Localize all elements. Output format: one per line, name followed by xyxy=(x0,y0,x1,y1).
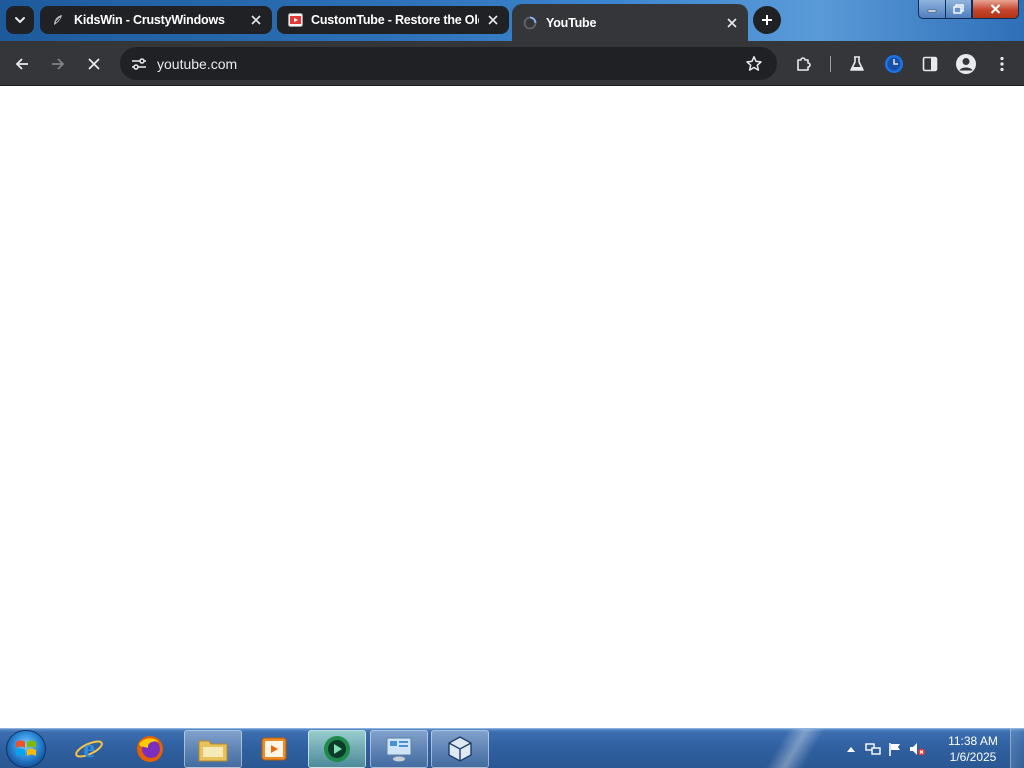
extension-power-button[interactable] xyxy=(880,50,908,78)
taskbar-glare xyxy=(760,729,830,768)
arrow-right-icon xyxy=(52,58,65,70)
arrow-left-icon xyxy=(15,58,28,70)
start-button[interactable] xyxy=(6,730,46,768)
labs-button[interactable] xyxy=(843,50,871,78)
tab-customtube[interactable]: CustomTube - Restore the Old xyxy=(277,6,509,34)
minimize-button[interactable] xyxy=(918,0,945,19)
bookmark-star-icon[interactable] xyxy=(740,50,768,78)
flask-icon xyxy=(850,56,864,71)
site-settings-icon[interactable] xyxy=(128,53,150,75)
taskbar-windows-explorer[interactable] xyxy=(184,730,242,768)
page-content[interactable] xyxy=(0,87,1024,728)
firefox-icon xyxy=(137,736,163,762)
tab-youtube[interactable]: YouTube xyxy=(512,4,748,41)
close-icon xyxy=(990,4,1001,14)
taskbar-remote-desktop[interactable] xyxy=(370,730,428,768)
tab-kidswin[interactable]: KidsWin - CrustyWindows xyxy=(40,6,272,34)
clock-date: 1/6/2025 xyxy=(949,750,997,764)
browser-toolbar: youtube.com xyxy=(0,41,1024,86)
chevron-up-icon xyxy=(847,747,855,752)
show-desktop-button[interactable] xyxy=(1010,729,1024,768)
chevron-down-icon xyxy=(15,17,25,24)
windows-taskbar: e 11:38 AM 1/6/2025 xyxy=(0,728,1024,768)
chrome-icon xyxy=(324,736,350,762)
minimize-icon xyxy=(927,9,937,13)
stop-loading-button[interactable] xyxy=(80,50,108,78)
close-icon[interactable] xyxy=(248,12,264,28)
media-player-icon xyxy=(261,737,287,761)
show-hidden-icons-button[interactable] xyxy=(840,738,862,760)
more-vertical-icon xyxy=(1000,56,1004,72)
menu-button[interactable] xyxy=(988,50,1016,78)
action-center-flag-icon[interactable] xyxy=(884,738,906,760)
loading-spinner-icon xyxy=(522,15,538,31)
toolbar-separator xyxy=(830,56,831,72)
extensions-button[interactable] xyxy=(790,50,818,78)
close-window-button[interactable] xyxy=(972,0,1019,19)
profile-button[interactable] xyxy=(952,50,980,78)
plus-icon xyxy=(762,15,772,25)
taskbar-chrome[interactable] xyxy=(308,730,366,768)
customtube-favicon-icon xyxy=(287,12,303,28)
close-icon[interactable] xyxy=(485,12,501,28)
address-text[interactable]: youtube.com xyxy=(157,56,740,72)
kidswin-favicon-icon xyxy=(50,12,66,28)
puzzle-piece-icon xyxy=(797,57,811,71)
back-button[interactable] xyxy=(8,50,36,78)
network-icon[interactable] xyxy=(862,738,884,760)
system-tray xyxy=(840,729,928,768)
forward-button[interactable] xyxy=(44,50,72,78)
remote-desktop-icon xyxy=(386,737,412,762)
title-bar: KidsWin - CrustyWindows CustomTube - Res… xyxy=(0,0,1024,41)
close-icon[interactable] xyxy=(724,15,740,31)
volume-muted-icon[interactable] xyxy=(906,738,928,760)
taskbar-media-player[interactable] xyxy=(245,730,303,768)
power-icon xyxy=(885,55,903,73)
taskbar-firefox[interactable] xyxy=(121,730,179,768)
close-icon xyxy=(88,58,100,70)
tab-title: KidsWin - CrustyWindows xyxy=(74,13,225,27)
clock-time: 11:38 AM xyxy=(948,734,998,748)
tab-title: CustomTube - Restore the Old xyxy=(311,13,479,27)
system-clock[interactable]: 11:38 AM 1/6/2025 xyxy=(940,733,1006,765)
virtualbox-icon xyxy=(448,736,472,762)
taskbar-virtualbox[interactable] xyxy=(431,730,489,768)
address-bar[interactable]: youtube.com xyxy=(120,47,777,80)
taskbar-internet-explorer[interactable]: e xyxy=(60,730,118,768)
internet-explorer-icon: e xyxy=(75,734,103,763)
restore-icon xyxy=(953,4,964,14)
svg-text:e: e xyxy=(83,734,95,763)
windows-explorer-icon xyxy=(198,740,228,762)
side-panel-button[interactable] xyxy=(916,50,944,78)
avatar-icon xyxy=(956,54,976,74)
restore-button[interactable] xyxy=(945,0,972,19)
tab-title: YouTube xyxy=(546,15,597,30)
window-controls xyxy=(918,0,1019,19)
side-panel-icon xyxy=(922,56,938,72)
new-tab-button[interactable] xyxy=(753,6,781,34)
tab-search-button[interactable] xyxy=(6,6,34,34)
windows-logo-icon xyxy=(16,740,36,756)
